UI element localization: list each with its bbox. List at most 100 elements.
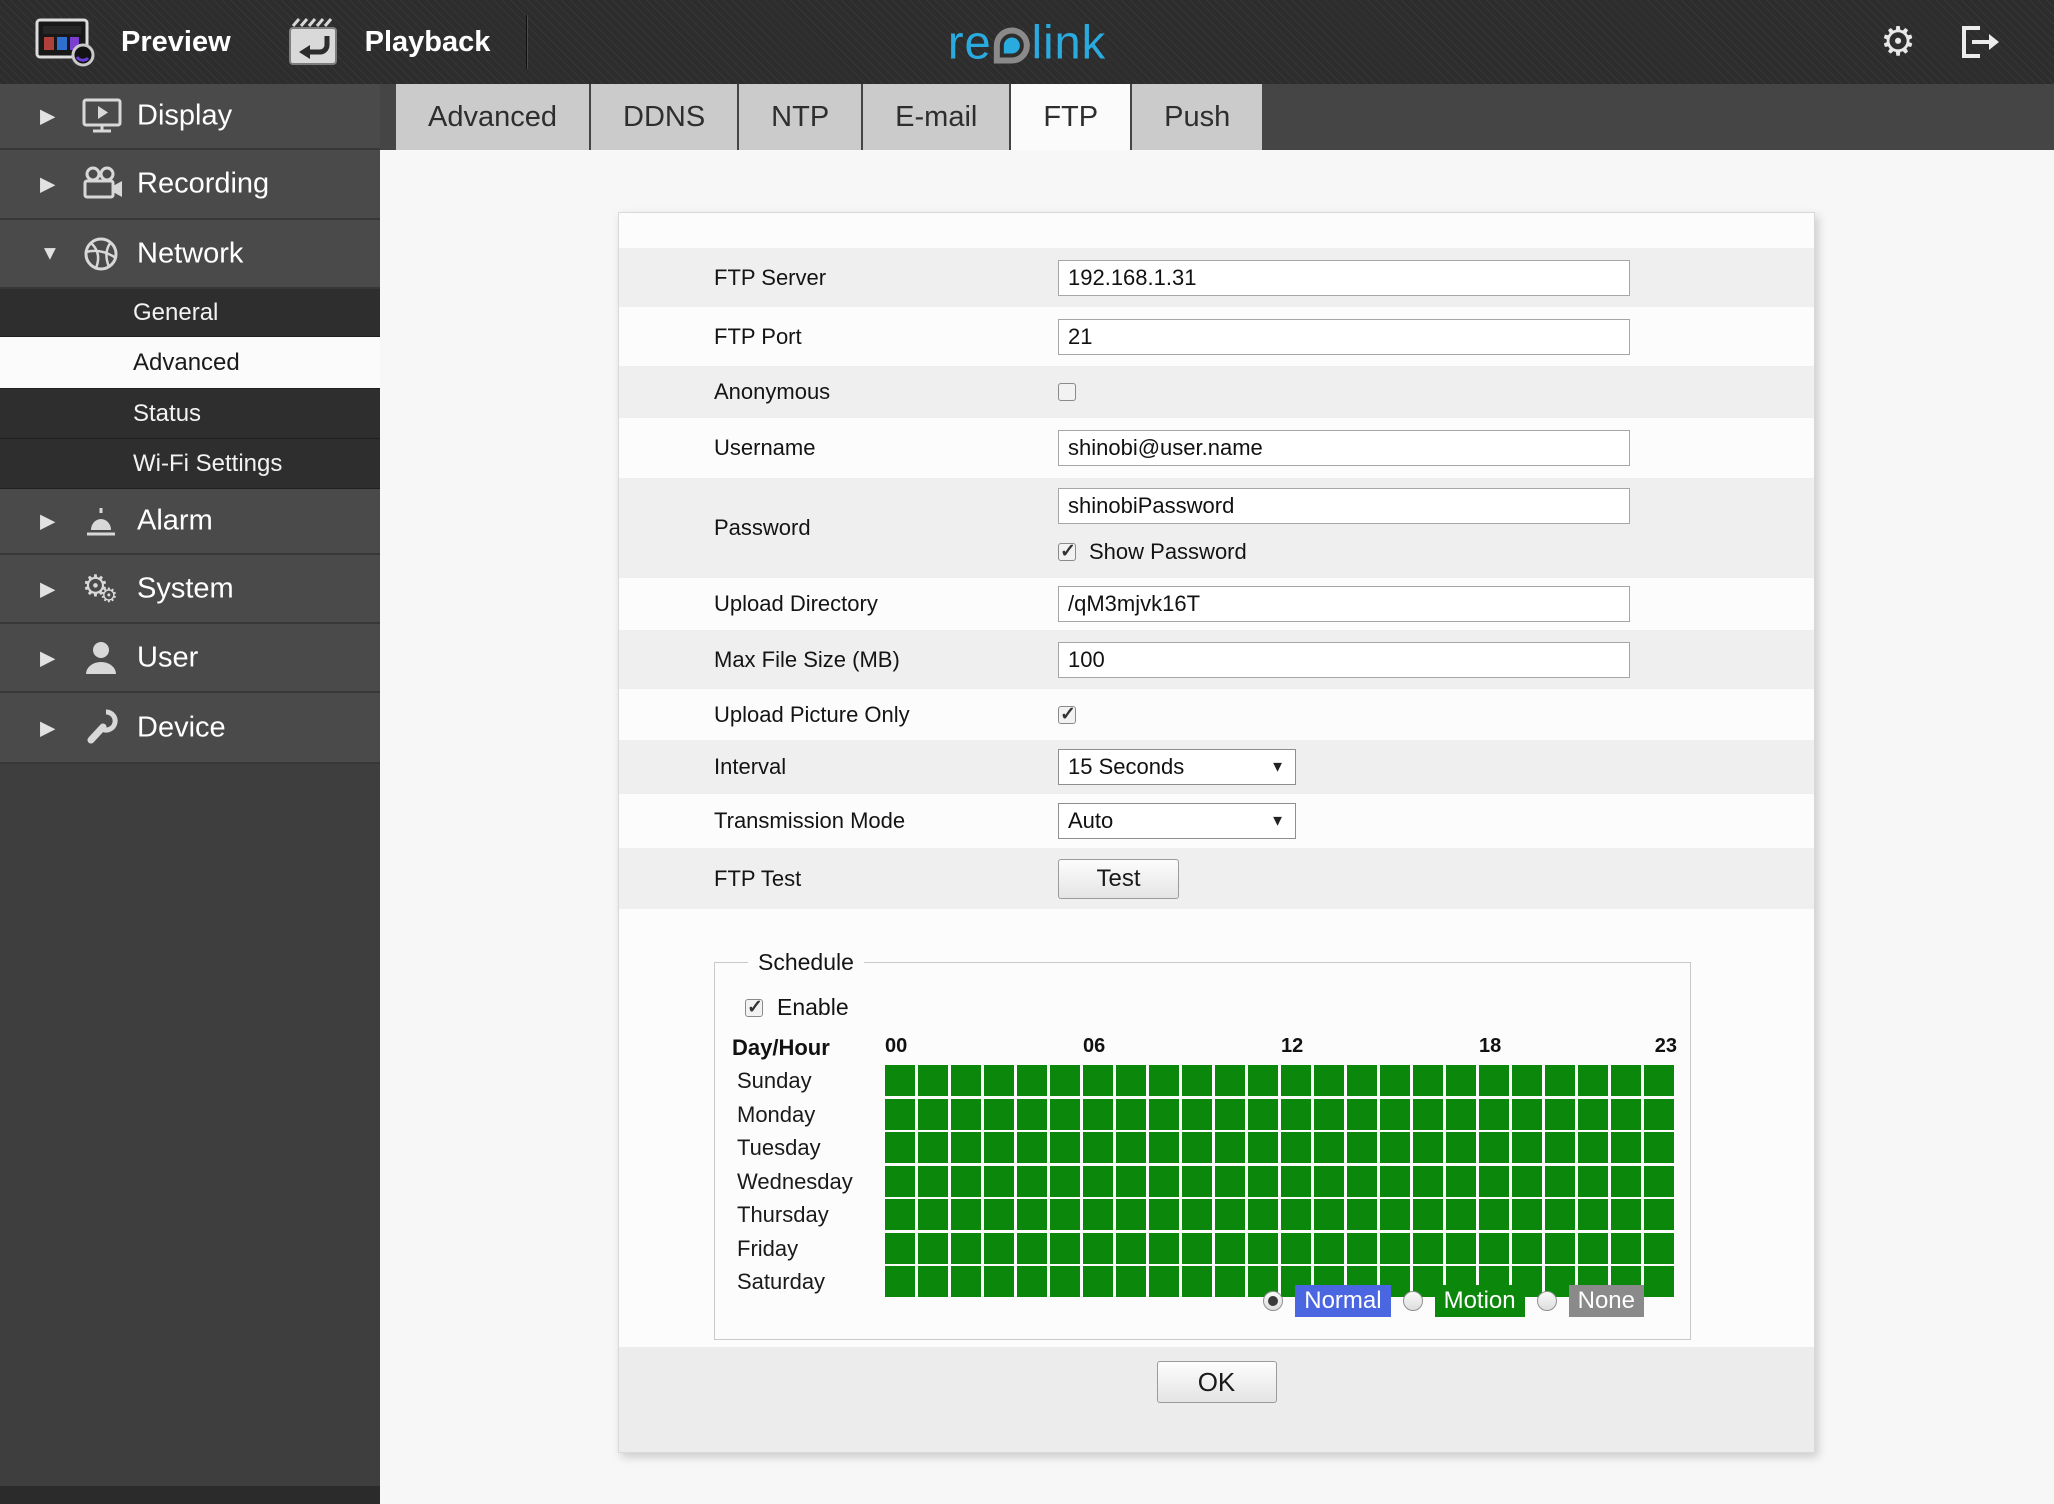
schedule-cell[interactable] [1082,1199,1114,1230]
schedule-cell[interactable] [1412,1199,1444,1230]
schedule-cell[interactable] [1247,1165,1279,1197]
motion-radio[interactable] [1402,1291,1423,1311]
schedule-cell[interactable] [1610,1065,1642,1096]
schedule-cell[interactable] [1115,1065,1147,1096]
logout-icon[interactable] [1956,20,2002,64]
schedule-cell[interactable] [1412,1132,1444,1163]
schedule-cell[interactable] [1148,1132,1180,1163]
schedule-cell[interactable] [1049,1132,1081,1163]
schedule-cell[interactable] [1577,1132,1609,1163]
schedule-cell[interactable] [1412,1098,1444,1130]
schedule-cell[interactable] [1346,1098,1378,1130]
schedule-cell[interactable] [1181,1232,1213,1264]
schedule-cell[interactable] [1577,1098,1609,1130]
schedule-cell[interactable] [1313,1098,1345,1130]
schedule-cell[interactable] [1346,1065,1378,1096]
schedule-cell[interactable] [1181,1199,1213,1230]
schedule-cell[interactable] [1247,1098,1279,1130]
schedule-cell[interactable] [885,1165,916,1197]
schedule-cell[interactable] [983,1165,1015,1197]
schedule-cell[interactable] [983,1132,1015,1163]
schedule-cell[interactable] [1049,1266,1081,1297]
schedule-cell[interactable] [1346,1232,1378,1264]
schedule-cell[interactable] [1511,1232,1543,1264]
schedule-cell[interactable] [1379,1165,1411,1197]
schedule-cell[interactable] [1214,1232,1246,1264]
schedule-cell[interactable] [1148,1199,1180,1230]
tab-ddns[interactable]: DDNS [591,84,738,150]
schedule-cell[interactable] [1610,1165,1642,1197]
schedule-cell[interactable] [1181,1165,1213,1197]
schedule-cell[interactable] [1115,1098,1147,1130]
schedule-cell[interactable] [1049,1199,1081,1230]
schedule-cell[interactable] [1082,1098,1114,1130]
schedule-cell[interactable] [1577,1232,1609,1264]
upload-directory-input[interactable] [1058,586,1630,622]
schedule-cell[interactable] [1016,1098,1048,1130]
schedule-cell[interactable] [1643,1132,1675,1163]
schedule-cell[interactable] [917,1232,949,1264]
schedule-cell[interactable] [1313,1065,1345,1096]
tab-push[interactable]: Push [1132,84,1263,150]
schedule-cell[interactable] [1247,1232,1279,1264]
tab-ftp[interactable]: FTP [1011,84,1131,150]
ftp-server-input[interactable] [1058,259,1630,296]
schedule-cell[interactable] [1082,1165,1114,1197]
schedule-cell[interactable] [1214,1199,1246,1230]
schedule-cell[interactable] [1610,1098,1642,1130]
schedule-cell[interactable] [917,1065,949,1096]
sidebar-item-user[interactable]: ▶ User [0,624,380,693]
schedule-cell[interactable] [1016,1132,1048,1163]
schedule-cell[interactable] [1247,1065,1279,1096]
schedule-cell[interactable] [917,1199,949,1230]
schedule-cell[interactable] [1643,1199,1675,1230]
schedule-cell[interactable] [1577,1199,1609,1230]
schedule-cell[interactable] [1379,1098,1411,1130]
schedule-cell[interactable] [983,1266,1015,1297]
ftp-test-button[interactable]: Test [1058,858,1179,899]
schedule-cell[interactable] [1478,1065,1510,1096]
schedule-cell[interactable] [1610,1232,1642,1264]
none-radio[interactable] [1536,1291,1557,1311]
schedule-cell[interactable] [1049,1065,1081,1096]
schedule-cell[interactable] [1082,1065,1114,1096]
schedule-cell[interactable] [1016,1266,1048,1297]
schedule-cell[interactable] [950,1232,982,1264]
tab-email[interactable]: E-mail [863,84,1010,150]
schedule-cell[interactable] [1544,1065,1576,1096]
schedule-cell[interactable] [1511,1199,1543,1230]
schedule-cell[interactable] [1445,1098,1477,1130]
schedule-cell[interactable] [1577,1065,1609,1096]
schedule-cell[interactable] [1280,1199,1312,1230]
schedule-cell[interactable] [950,1266,982,1297]
schedule-cell[interactable] [1016,1199,1048,1230]
schedule-cell[interactable] [1445,1065,1477,1096]
schedule-cell[interactable] [1379,1132,1411,1163]
transmission-mode-select[interactable]: Auto ▼ [1058,803,1296,839]
upload-picture-only-checkbox[interactable] [1058,703,1076,726]
schedule-cell[interactable] [950,1165,982,1197]
schedule-cell[interactable] [1445,1232,1477,1264]
schedule-cell[interactable] [1214,1266,1246,1297]
interval-select[interactable]: 15 Seconds ▼ [1058,749,1296,785]
schedule-cell[interactable] [1049,1232,1081,1264]
sidebar-subitem-status[interactable]: Status [0,389,380,439]
schedule-cell[interactable] [1511,1132,1543,1163]
schedule-cell[interactable] [1445,1165,1477,1197]
schedule-cell[interactable] [1478,1232,1510,1264]
schedule-cell[interactable] [1049,1165,1081,1197]
schedule-cell[interactable] [1544,1098,1576,1130]
schedule-cell[interactable] [1148,1065,1180,1096]
schedule-cell[interactable] [950,1065,982,1096]
schedule-cell[interactable] [885,1065,916,1096]
schedule-cell[interactable] [885,1199,916,1230]
schedule-cell[interactable] [1016,1232,1048,1264]
schedule-cell[interactable] [1016,1165,1048,1197]
schedule-cell[interactable] [1313,1165,1345,1197]
schedule-cell[interactable] [1148,1232,1180,1264]
schedule-cell[interactable] [950,1098,982,1130]
tab-advanced[interactable]: Advanced [396,84,589,150]
schedule-cell[interactable] [917,1266,949,1297]
sidebar-subitem-advanced[interactable]: Advanced [0,337,380,389]
schedule-cell[interactable] [1379,1065,1411,1096]
